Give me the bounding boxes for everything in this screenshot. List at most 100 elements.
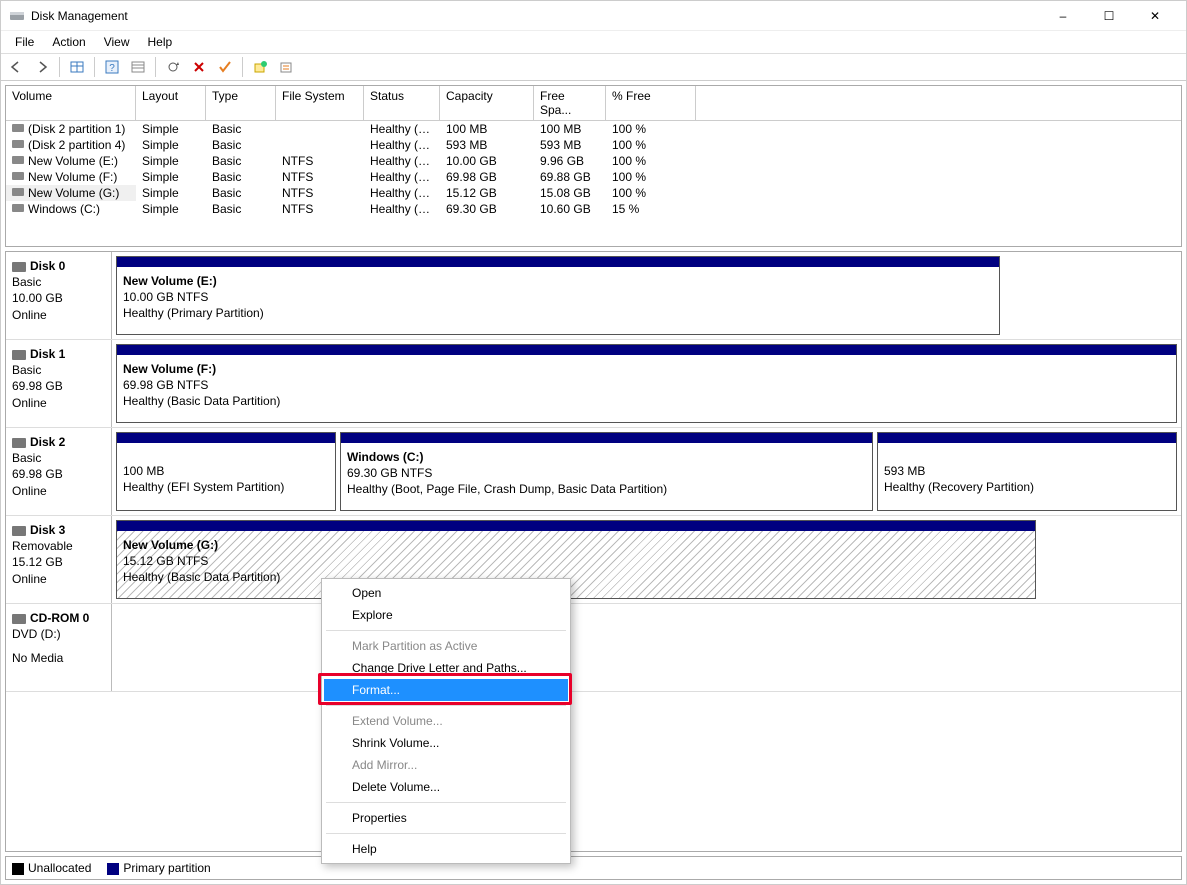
disk-partitions (112, 604, 1181, 691)
cell: Simple (136, 185, 206, 201)
cell: Simple (136, 169, 206, 185)
cell (276, 137, 364, 153)
menu-item: Extend Volume... (324, 710, 568, 732)
disk-graphical-view[interactable]: Disk 0 Basic 10.00 GB OnlineNew Volume (… (5, 251, 1182, 852)
disk-info[interactable]: CD-ROM 0 DVD (D:) No Media (6, 604, 112, 691)
menu-item[interactable]: Format... (324, 679, 568, 701)
cell: Healthy (B... (364, 153, 440, 169)
cell: 593 MB (534, 137, 606, 153)
column-volume[interactable]: Volume (6, 86, 136, 121)
menu-file[interactable]: File (7, 33, 42, 51)
table-row[interactable]: (Disk 2 partition 1)SimpleBasicHealthy (… (6, 121, 1181, 137)
partition[interactable]: 100 MBHealthy (EFI System Partition) (116, 432, 336, 511)
forward-icon[interactable] (31, 56, 53, 78)
table-view-icon[interactable] (66, 56, 88, 78)
partition-body: New Volume (E:)10.00 GB NTFSHealthy (Pri… (117, 267, 999, 334)
partition[interactable]: Windows (C:)69.30 GB NTFSHealthy (Boot, … (340, 432, 873, 511)
menu-item[interactable]: Properties (324, 807, 568, 829)
check-icon[interactable] (214, 56, 236, 78)
cell: Healthy (B... (364, 185, 440, 201)
partition-body: Windows (C:)69.30 GB NTFSHealthy (Boot, … (341, 443, 872, 510)
list-view-icon[interactable] (127, 56, 149, 78)
menu-item[interactable]: Delete Volume... (324, 776, 568, 798)
cell: 15.12 GB (440, 185, 534, 201)
cell: 100 % (606, 153, 696, 169)
refresh-icon[interactable] (162, 56, 184, 78)
cell: Windows (C:) (6, 201, 136, 217)
cell: New Volume (E:) (6, 153, 136, 169)
cell: 10.60 GB (534, 201, 606, 217)
partition[interactable]: New Volume (G:)15.12 GB NTFSHealthy (Bas… (116, 520, 1036, 599)
cell: Healthy (B... (364, 169, 440, 185)
disk-partitions: New Volume (E:)10.00 GB NTFSHealthy (Pri… (112, 252, 1181, 339)
column-capacity[interactable]: Capacity (440, 86, 534, 121)
menu-item[interactable]: Change Drive Letter and Paths... (324, 657, 568, 679)
column-status[interactable]: Status (364, 86, 440, 121)
partition[interactable]: 593 MBHealthy (Recovery Partition) (877, 432, 1177, 511)
cell: Basic (206, 201, 276, 217)
cell: 15.08 GB (534, 185, 606, 201)
table-row[interactable]: New Volume (G:)SimpleBasicNTFSHealthy (B… (6, 185, 1181, 201)
column-freespace[interactable]: Free Spa... (534, 86, 606, 121)
cell: 100 MB (534, 121, 606, 137)
cell: Healthy (R... (364, 137, 440, 153)
table-row[interactable]: New Volume (E:)SimpleBasicNTFSHealthy (B… (6, 153, 1181, 169)
disk-partitions: New Volume (G:)15.12 GB NTFSHealthy (Bas… (112, 516, 1181, 603)
column-layout[interactable]: Layout (136, 86, 206, 121)
column-pctfree[interactable]: % Free (606, 86, 696, 121)
cell: Simple (136, 121, 206, 137)
partition-header (117, 521, 1035, 531)
disk-info[interactable]: Disk 0 Basic 10.00 GB Online (6, 252, 112, 339)
svg-text:?: ? (109, 63, 115, 74)
disk-info[interactable]: Disk 1 Basic 69.98 GB Online (6, 340, 112, 427)
column-type[interactable]: Type (206, 86, 276, 121)
cell: Basic (206, 153, 276, 169)
partition[interactable]: New Volume (E:)10.00 GB NTFSHealthy (Pri… (116, 256, 1000, 335)
partition-header (117, 433, 335, 443)
properties-icon[interactable] (275, 56, 297, 78)
menu-help[interactable]: Help (140, 33, 181, 51)
cell: 15 % (606, 201, 696, 217)
partition-header (117, 345, 1176, 355)
maximize-button[interactable]: ☐ (1086, 1, 1132, 31)
menu-separator (326, 802, 566, 803)
menu-item[interactable]: Open (324, 582, 568, 604)
delete-icon[interactable] (188, 56, 210, 78)
menu-item[interactable]: Help (324, 838, 568, 860)
back-icon[interactable] (5, 56, 27, 78)
cell: 100 % (606, 121, 696, 137)
menu-action[interactable]: Action (44, 33, 93, 51)
cell: (Disk 2 partition 1) (6, 121, 136, 137)
cell: 10.00 GB (440, 153, 534, 169)
cell: NTFS (276, 169, 364, 185)
cell: Basic (206, 169, 276, 185)
cell: Simple (136, 137, 206, 153)
minimize-button[interactable]: – (1040, 1, 1086, 31)
partition-body: 593 MBHealthy (Recovery Partition) (878, 443, 1176, 510)
cell: 69.30 GB (440, 201, 534, 217)
disk-block: Disk 0 Basic 10.00 GB OnlineNew Volume (… (6, 252, 1181, 340)
table-row[interactable]: New Volume (F:)SimpleBasicNTFSHealthy (B… (6, 169, 1181, 185)
table-row[interactable]: Windows (C:)SimpleBasicNTFSHealthy (B...… (6, 201, 1181, 217)
cell: Simple (136, 153, 206, 169)
help-icon[interactable]: ? (101, 56, 123, 78)
close-button[interactable]: ✕ (1132, 1, 1178, 31)
cell: NTFS (276, 185, 364, 201)
disk-partitions: New Volume (F:)69.98 GB NTFSHealthy (Bas… (112, 340, 1181, 427)
menu-view[interactable]: View (96, 33, 138, 51)
partition-header (341, 433, 872, 443)
disk-info[interactable]: Disk 2 Basic 69.98 GB Online (6, 428, 112, 515)
disk-info[interactable]: Disk 3 Removable 15.12 GB Online (6, 516, 112, 603)
menu-item[interactable]: Explore (324, 604, 568, 626)
menu-item[interactable]: Shrink Volume... (324, 732, 568, 754)
partition-body: 100 MBHealthy (EFI System Partition) (117, 443, 335, 510)
menu-separator (326, 630, 566, 631)
partition[interactable]: New Volume (F:)69.98 GB NTFSHealthy (Bas… (116, 344, 1177, 423)
cell: New Volume (F:) (6, 169, 136, 185)
new-partition-icon[interactable] (249, 56, 271, 78)
table-row[interactable]: (Disk 2 partition 4)SimpleBasicHealthy (… (6, 137, 1181, 153)
menu-item: Add Mirror... (324, 754, 568, 776)
partition-header (117, 257, 999, 267)
volume-table-body[interactable]: (Disk 2 partition 1)SimpleBasicHealthy (… (6, 121, 1181, 246)
column-filesystem[interactable]: File System (276, 86, 364, 121)
